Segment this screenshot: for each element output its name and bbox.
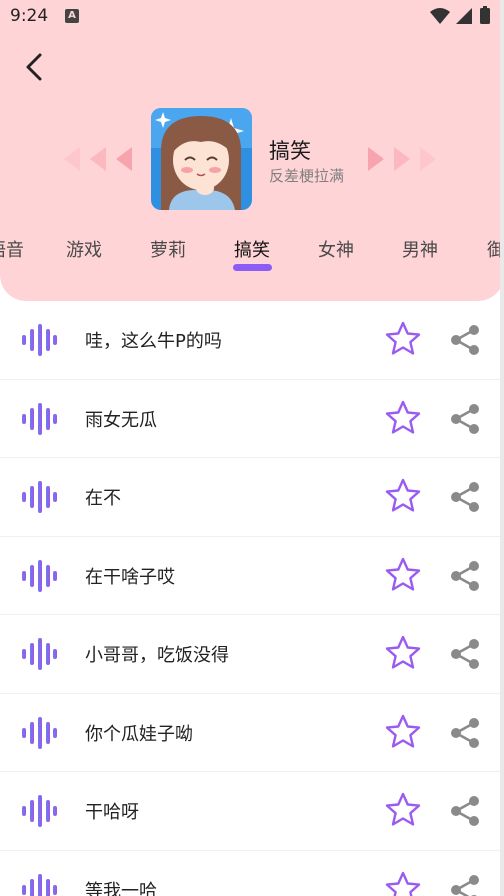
- list-item[interactable]: 在不: [0, 458, 504, 537]
- list-item[interactable]: 在干啥子哎: [0, 537, 504, 615]
- list-item[interactable]: 哇，这么牛P的吗: [0, 301, 504, 380]
- tab-games[interactable]: 游戏: [66, 236, 102, 262]
- list-item[interactable]: 等我一哈: [0, 851, 504, 896]
- item-label: 哇，这么牛P的吗: [85, 331, 222, 352]
- star-outline-icon[interactable]: [384, 713, 422, 751]
- item-label: 雨女无瓜: [85, 409, 157, 431]
- sound-wave-icon: [22, 402, 57, 435]
- share-icon[interactable]: [448, 873, 482, 896]
- status-bar: 9:24 A: [0, 0, 504, 34]
- sound-wave-icon: [22, 873, 57, 896]
- item-label: 你个瓜娃子呦: [85, 723, 193, 745]
- tab-voice[interactable]: 语音: [0, 236, 24, 262]
- star-outline-icon[interactable]: [384, 634, 422, 672]
- share-icon[interactable]: [448, 402, 482, 436]
- item-label: 等我一哈: [85, 880, 157, 896]
- item-label: 干哈呀: [85, 802, 139, 823]
- next-category-arrows-icon[interactable]: [362, 145, 442, 173]
- category-subtitle: 反差梗拉满: [269, 167, 345, 185]
- star-outline-icon[interactable]: [384, 556, 422, 594]
- previous-category-arrows-icon[interactable]: [60, 145, 140, 173]
- item-label: 在不: [85, 488, 121, 509]
- sound-wave-icon: [22, 481, 57, 513]
- sound-wave-icon: [22, 559, 57, 592]
- tab-goddess[interactable]: 女神: [318, 236, 354, 262]
- list-item[interactable]: 小哥哥，吃饭没得: [0, 615, 504, 694]
- list-item[interactable]: 你个瓜娃子呦: [0, 694, 504, 772]
- star-outline-icon[interactable]: [384, 320, 422, 358]
- tab-funny[interactable]: 搞笑: [234, 236, 270, 262]
- status-time: 9:24: [10, 6, 49, 26]
- voice-list: 哇，这么牛P的吗 雨女无瓜 在不 在干啥子哎 小哥哥，吃饭没得 你个瓜娃子呦 干…: [0, 301, 504, 896]
- share-icon[interactable]: [448, 716, 482, 750]
- category-header: 9:24 A 搞笑 反差梗拉满 音 游戏 萝莉 搞笑 女神 男神 御: [0, 0, 504, 301]
- sound-wave-icon: [22, 716, 57, 749]
- notification-icon: A: [65, 9, 79, 23]
- category-title: 搞笑: [269, 139, 311, 163]
- share-icon[interactable]: [448, 794, 482, 828]
- item-label: 在干啥子哎: [85, 566, 175, 588]
- item-label: 小哥哥，吃饭没得: [85, 645, 229, 666]
- star-outline-icon[interactable]: [384, 791, 422, 829]
- active-tab-indicator: [233, 264, 272, 271]
- tab-male-god[interactable]: 男神: [402, 236, 438, 262]
- list-item[interactable]: 干哈呀: [0, 772, 504, 851]
- sound-wave-icon: [22, 638, 57, 670]
- right-edge-divider: [500, 0, 504, 896]
- star-outline-icon[interactable]: [384, 399, 422, 437]
- tab-loli[interactable]: 萝莉: [150, 236, 186, 262]
- sound-wave-icon: [22, 324, 57, 356]
- star-outline-icon[interactable]: [384, 870, 422, 896]
- star-outline-icon[interactable]: [384, 477, 422, 515]
- back-button[interactable]: [18, 50, 52, 84]
- share-icon[interactable]: [448, 637, 482, 671]
- share-icon[interactable]: [448, 323, 482, 357]
- share-icon[interactable]: [448, 480, 482, 514]
- category-avatar: [151, 108, 252, 210]
- anime-girl-avatar-icon: [151, 108, 252, 210]
- share-icon[interactable]: [448, 559, 482, 593]
- sound-wave-icon: [22, 795, 57, 827]
- list-item[interactable]: 雨女无瓜: [0, 380, 504, 458]
- wifi-signal-battery-icon: [430, 6, 490, 24]
